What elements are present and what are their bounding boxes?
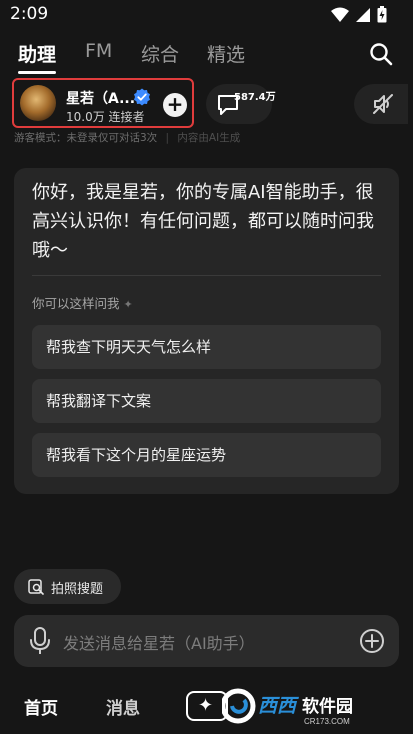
suggestion-item[interactable]: 帮我看下这个月的星座运势 [32,433,381,477]
verified-badge-icon [134,88,150,106]
suggestion-item[interactable]: 帮我翻译下文案 [32,379,381,423]
plus-icon: + [166,92,184,116]
tab-fm[interactable]: FM [85,40,112,62]
photo-search-icon [28,579,44,595]
assistant-profile-card[interactable]: 星若（A... 10.0万 连接者 + [12,78,194,128]
message-input[interactable]: 发送消息给星若（AI助手） [63,630,255,654]
guest-mode-note: 游客模式：未登录仅可对话3次 | 内容由AI生成 [14,130,240,145]
battery-icon [377,6,387,23]
microphone-icon[interactable] [29,627,51,655]
speaker-muted-icon [373,94,393,114]
wifi-icon [331,7,349,22]
tab-general[interactable]: 综合 [141,40,179,67]
chat-message-card: 你好，我是星若，你的专属AI智能助手，很高兴认识你！有任何问题，都可以随时问我哦… [14,168,399,494]
sparkle-create-icon: ✦ [198,695,214,716]
suggestion-item[interactable]: 帮我查下明天天气怎么样 [32,325,381,369]
tab-assistant[interactable]: 助理 [18,40,56,67]
avatar[interactable] [20,85,56,121]
sparkle-icon: ✦ [123,298,133,311]
assistant-name: 星若（A... [66,91,136,107]
follow-button[interactable]: + [163,93,187,117]
nav-home[interactable]: 首页 [24,694,58,719]
note-separator: | [165,132,170,144]
divider [32,275,381,276]
svg-text:CR173.COM: CR173.COM [304,717,350,726]
watermark-logo: 西西 软件园 CR173.COM [222,688,353,726]
status-icons [331,6,387,23]
ai-generated-note: 内容由AI生成 [177,132,241,144]
status-time: 2:09 [10,4,49,24]
message-input-bar[interactable]: 发送消息给星若（AI助手） [14,615,399,667]
suggestion-title-text: 你可以这样问我 [32,296,120,311]
guest-limit-text: 游客模式：未登录仅可对话3次 [14,132,158,144]
status-bar: 2:09 [0,0,413,30]
suggestion-title: 你可以这样问我 ✦ [32,293,133,312]
svg-text:西西: 西西 [258,696,299,717]
photo-search-button[interactable]: 拍照搜题 [14,569,121,604]
search-icon[interactable] [369,42,393,66]
nav-messages[interactable]: 消息 [106,694,140,719]
tab-featured[interactable]: 精选 [207,40,245,67]
photo-search-label: 拍照搜题 [51,582,104,597]
svg-text:软件园: 软件园 [302,696,353,716]
comment-count: 587.4万 [234,92,276,103]
add-circle-icon[interactable] [359,628,385,654]
assistant-greeting: 你好，我是星若，你的专属AI智能助手，很高兴认识你！有任何问题，都可以随时问我哦… [32,182,374,261]
connector-count: 10.0万 连接者 [66,110,145,124]
mute-button[interactable] [354,84,408,124]
top-tabs: 助理 FM 综合 精选 [0,36,413,78]
signal-icon [356,7,370,22]
active-tab-indicator [18,71,56,74]
